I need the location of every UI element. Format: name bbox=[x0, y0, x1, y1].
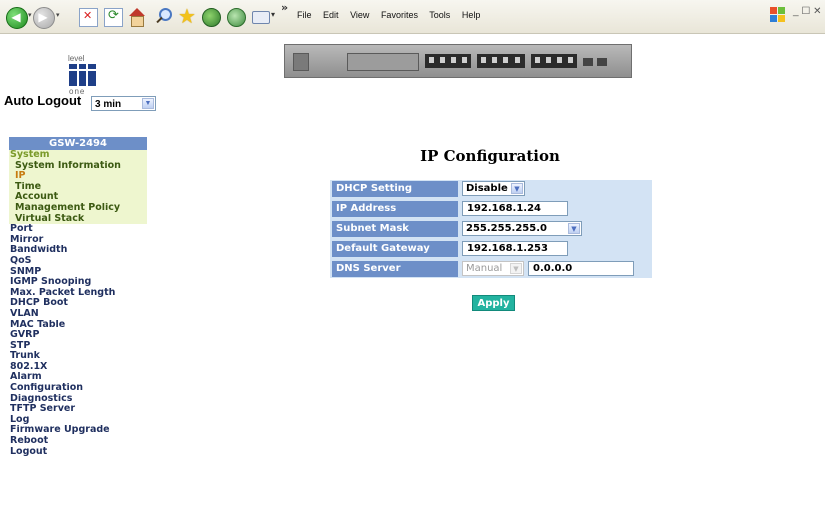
mail-icon[interactable] bbox=[252, 8, 275, 25]
logo-top-text: level bbox=[68, 54, 85, 63]
apply-button[interactable]: Apply bbox=[472, 295, 515, 311]
auto-logout-value: 3 min bbox=[95, 99, 122, 110]
chevron-down-icon: ▼ bbox=[511, 183, 523, 194]
nav-item-snmp[interactable]: SNMP bbox=[9, 267, 147, 278]
nav-item-dhcp-boot[interactable]: DHCP Boot bbox=[9, 298, 147, 309]
nav-item-bandwidth[interactable]: Bandwidth bbox=[9, 245, 147, 256]
form-row-dhcp: DHCP Setting Disable ▼ bbox=[330, 180, 652, 198]
auto-logout-select[interactable]: 3 min ▼ bbox=[91, 96, 156, 111]
menu-favorites[interactable]: Favorites bbox=[381, 10, 418, 20]
menu-help[interactable]: Help bbox=[462, 10, 481, 20]
menu-file[interactable]: File bbox=[297, 10, 312, 20]
form-row-ip: IP Address 192.168.1.24 bbox=[330, 200, 652, 218]
form-row-dns: DNS Server Manual ▼ 0.0.0.0 bbox=[330, 260, 652, 278]
form-row-gateway: Default Gateway 192.168.1.253 bbox=[330, 240, 652, 258]
ip-address-cell: 192.168.1.24 bbox=[460, 201, 652, 217]
panel-console-area bbox=[347, 53, 419, 71]
toolbar-overflow-chevron-icon[interactable]: » bbox=[281, 1, 288, 14]
forward-arrow-glyph: ▶ bbox=[38, 10, 48, 24]
nav-item-stp[interactable]: STP bbox=[9, 341, 147, 352]
nav-item-firmware-upgrade[interactable]: Firmware Upgrade bbox=[9, 425, 147, 436]
nav-item-802-1x[interactable]: 802.1X bbox=[9, 362, 147, 373]
logo-frame: level one bbox=[0, 34, 175, 134]
windows-logo-icon bbox=[770, 7, 786, 23]
port-group-1 bbox=[425, 54, 471, 68]
back-arrow-glyph: ◀ bbox=[11, 10, 21, 24]
switch-front-panel-image bbox=[284, 44, 632, 78]
dns-mode-select: Manual ▼ bbox=[462, 261, 524, 276]
ip-address-label: IP Address bbox=[332, 201, 458, 217]
subnet-mask-cell: 255.255.255.0 ▼ bbox=[460, 221, 652, 237]
nav-item-virtual-stack[interactable]: Virtual Stack bbox=[9, 213, 147, 225]
nav-item-log[interactable]: Log bbox=[9, 415, 147, 426]
dns-mode-value: Manual bbox=[466, 263, 503, 274]
search-icon[interactable] bbox=[154, 8, 172, 25]
forward-dropdown-icon[interactable]: ▾ bbox=[56, 11, 60, 19]
uplink-port-2 bbox=[597, 58, 607, 66]
dhcp-setting-value: Disable bbox=[466, 183, 508, 194]
window-controls[interactable]: _ ☐ ✕ bbox=[793, 6, 821, 17]
nav-item-system[interactable]: System bbox=[9, 150, 147, 161]
favorites-star-icon[interactable]: ★ bbox=[178, 6, 196, 26]
default-gateway-cell: 192.168.1.253 bbox=[460, 241, 652, 257]
menu-edit[interactable]: Edit bbox=[323, 10, 339, 20]
stop-icon[interactable] bbox=[79, 8, 98, 27]
nav-item-trunk[interactable]: Trunk bbox=[9, 351, 147, 362]
nav-item-port[interactable]: Port bbox=[9, 224, 147, 235]
nav-item-alarm[interactable]: Alarm bbox=[9, 372, 147, 383]
port-group-2 bbox=[477, 54, 525, 68]
nav-item-gvrp[interactable]: GVRP bbox=[9, 330, 147, 341]
subnet-mask-value: 255.255.255.0 bbox=[466, 223, 547, 234]
chevron-down-icon: ▼ bbox=[142, 98, 154, 109]
chevron-down-icon: ▼ bbox=[510, 263, 522, 274]
refresh-icon[interactable] bbox=[104, 8, 123, 27]
nav-item-mac-table[interactable]: MAC Table bbox=[9, 320, 147, 331]
uplink-port-1 bbox=[583, 58, 593, 66]
dns-server-input[interactable]: 0.0.0.0 bbox=[528, 261, 634, 276]
menu-view[interactable]: View bbox=[350, 10, 369, 20]
dhcp-setting-select[interactable]: Disable ▼ bbox=[462, 181, 525, 196]
form-row-mask: Subnet Mask 255.255.255.0 ▼ bbox=[330, 220, 652, 238]
nav-item-vlan[interactable]: VLAN bbox=[9, 309, 147, 320]
dhcp-setting-cell: Disable ▼ bbox=[460, 181, 652, 197]
history-icon[interactable] bbox=[227, 8, 246, 27]
nav-item-time[interactable]: Time bbox=[9, 181, 147, 193]
dns-server-label: DNS Server bbox=[332, 261, 458, 277]
back-dropdown-icon[interactable]: ▾ bbox=[28, 11, 32, 19]
nav-item-account[interactable]: Account bbox=[9, 192, 147, 203]
nav-item-mirror[interactable]: Mirror bbox=[9, 235, 147, 246]
home-icon[interactable] bbox=[128, 8, 145, 27]
menu-tools[interactable]: Tools bbox=[429, 10, 450, 20]
nav-item-logout[interactable]: Logout bbox=[9, 447, 147, 458]
auto-logout-label: Auto Logout bbox=[4, 93, 82, 108]
default-gateway-label: Default Gateway bbox=[332, 241, 458, 257]
port-group-3 bbox=[531, 54, 577, 68]
browser-toolbar: ◀ ▾ ▶ ▾ ★ » File Edit View Favorites Too… bbox=[0, 0, 825, 34]
nav-header: GSW-2494 bbox=[9, 137, 147, 150]
logo-grid-icon bbox=[69, 64, 96, 86]
nav-item-ip[interactable]: IP bbox=[9, 171, 147, 182]
nav-item-configuration[interactable]: Configuration bbox=[9, 383, 147, 394]
chevron-down-icon: ▼ bbox=[568, 223, 580, 234]
nav-item-tftp-server[interactable]: TFTP Server bbox=[9, 404, 147, 415]
page-title: IP Configuration bbox=[420, 147, 560, 165]
nav-item-igmp-snooping[interactable]: IGMP Snooping bbox=[9, 277, 147, 288]
ip-address-input[interactable]: 192.168.1.24 bbox=[462, 201, 568, 216]
menu-bar: File Edit View Favorites Tools Help bbox=[297, 10, 489, 20]
nav-item-system-information[interactable]: System Information bbox=[9, 160, 147, 172]
dns-server-cell: Manual ▼ 0.0.0.0 bbox=[460, 261, 652, 277]
subnet-mask-label: Subnet Mask bbox=[332, 221, 458, 237]
media-icon[interactable] bbox=[202, 8, 221, 27]
subnet-mask-select[interactable]: 255.255.255.0 ▼ bbox=[462, 221, 582, 236]
default-gateway-input[interactable]: 192.168.1.253 bbox=[462, 241, 568, 256]
nav-item-management-policy[interactable]: Management Policy bbox=[9, 202, 147, 214]
nav-item-reboot[interactable]: Reboot bbox=[9, 436, 147, 447]
panel-led-slot bbox=[293, 53, 309, 71]
nav-item-diagnostics[interactable]: Diagnostics bbox=[9, 394, 147, 405]
ip-config-form: DHCP Setting Disable ▼ IP Address 192.16… bbox=[330, 180, 652, 278]
nav-item-max-packet-length[interactable]: Max. Packet Length bbox=[9, 288, 147, 299]
nav-item-qos[interactable]: QoS bbox=[9, 256, 147, 267]
dhcp-setting-label: DHCP Setting bbox=[332, 181, 458, 197]
nav-menu: System System Information IP Time Account Man… bbox=[9, 150, 147, 457]
